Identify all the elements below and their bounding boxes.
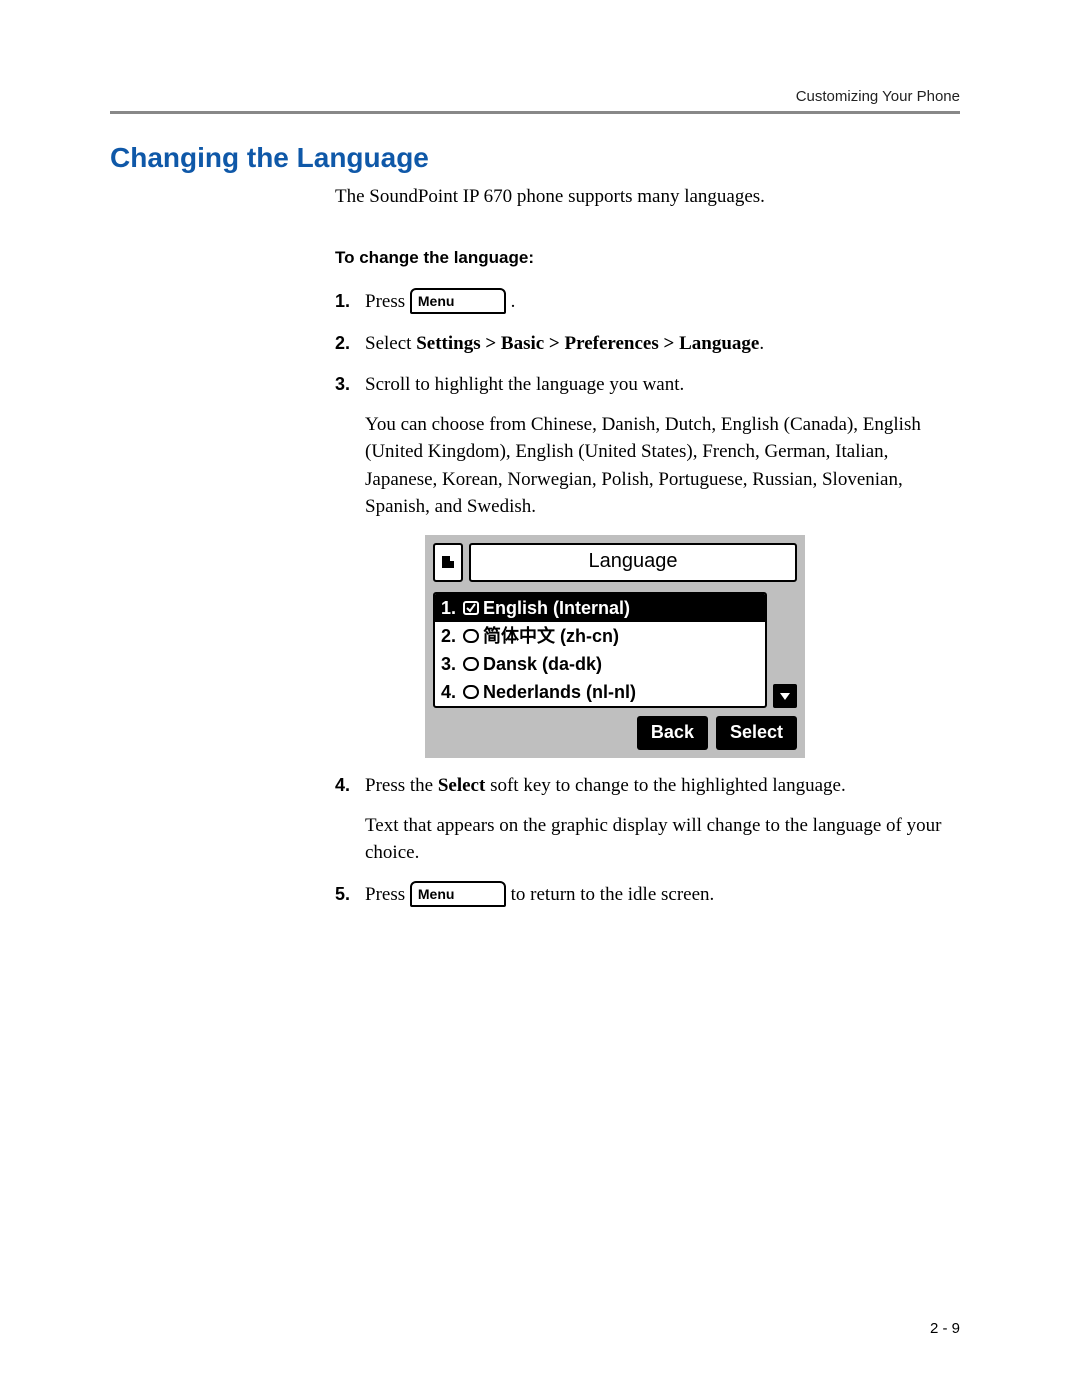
checkbox-empty-icon: [463, 629, 479, 643]
step-5-text-a: Press: [365, 884, 410, 905]
checkbox-empty-icon: [463, 657, 479, 671]
step-2-text-a: Select: [365, 333, 416, 354]
softkey-back[interactable]: Back: [637, 716, 708, 750]
step-1-text-c: .: [511, 291, 516, 312]
language-item-3-label: Dansk (da-dk): [483, 651, 602, 677]
step-1: Press Menu .: [335, 288, 960, 316]
step-4-text-c: soft key to change to the highlighted la…: [485, 775, 845, 796]
phone-screen-title: Language: [469, 543, 797, 582]
step-4-bold: Select: [438, 775, 485, 796]
language-item-4-num: 4.: [441, 679, 459, 705]
checkbox-empty-icon: [463, 685, 479, 699]
softkey-select[interactable]: Select: [716, 716, 797, 750]
step-2-path: Settings > Basic > Preferences > Languag…: [416, 333, 759, 354]
scroll-down-icon[interactable]: [773, 684, 797, 708]
language-item-4-label: Nederlands (nl-nl): [483, 679, 636, 705]
title-back-icon: [433, 543, 463, 582]
step-5-text-c: to return to the idle screen.: [511, 884, 715, 905]
language-item-2-label: 简体中文 (zh-cn): [483, 623, 619, 649]
step-3: Scroll to highlight the language you wan…: [335, 371, 960, 758]
language-item-2[interactable]: 2. 简体中文 (zh-cn): [435, 622, 765, 650]
page-number: 2 - 9: [930, 1320, 960, 1337]
language-item-3[interactable]: 3. Dansk (da-dk): [435, 650, 765, 678]
step-4-paragraph: Text that appears on the graphic display…: [365, 812, 960, 867]
step-4-text-a: Press the: [365, 775, 438, 796]
step-4: Press the Select soft key to change to t…: [335, 772, 960, 867]
running-head: Customizing Your Phone: [110, 88, 960, 105]
step-3-text: Scroll to highlight the language you wan…: [365, 374, 684, 395]
menu-key-label: Menu: [418, 884, 455, 904]
menu-key-icon: Menu: [410, 288, 506, 314]
step-1-text-a: Press: [365, 291, 410, 312]
intro-paragraph: The SoundPoint IP 670 phone supports man…: [335, 186, 960, 208]
language-item-3-num: 3.: [441, 651, 459, 677]
step-5: Press Menu to return to the idle screen.: [335, 881, 960, 909]
menu-key-icon: Menu: [410, 881, 506, 907]
phone-screen-figure: Language 1. English (Internal): [425, 535, 805, 758]
language-item-4[interactable]: 4. Nederlands (nl-nl): [435, 678, 765, 706]
menu-key-label: Menu: [418, 291, 455, 311]
language-list: 1. English (Internal) 2.: [433, 592, 767, 708]
step-3-paragraph: You can choose from Chinese, Danish, Dut…: [365, 411, 960, 521]
language-item-1-label: English (Internal): [483, 595, 630, 621]
checkbox-checked-icon: [463, 601, 479, 615]
section-title: Changing the Language: [110, 142, 960, 174]
step-2-text-c: .: [759, 333, 764, 354]
procedure-subhead: To change the language:: [335, 248, 960, 268]
header-rule: [110, 111, 960, 114]
step-2: Select Settings > Basic > Preferences > …: [335, 330, 960, 358]
language-item-2-num: 2.: [441, 623, 459, 649]
language-item-1-num: 1.: [441, 595, 459, 621]
language-item-1[interactable]: 1. English (Internal): [435, 594, 765, 622]
